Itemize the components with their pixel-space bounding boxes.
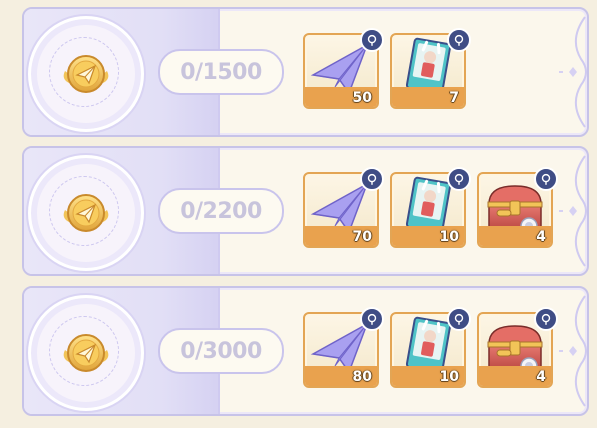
reward-list: 80 10 4: [303, 307, 558, 388]
ornament-icon: [551, 148, 589, 274]
reward-tier-row: 0/1500 50 7: [22, 7, 589, 137]
medal-frame: [28, 155, 144, 271]
progress-counter: 0/3000: [158, 328, 284, 374]
ornament-icon: [551, 9, 589, 135]
medal-frame: [28, 295, 144, 411]
reward-tier-row: 0/3000 80 10 4: [22, 286, 589, 416]
reward-tier-row: 0/2200 70 10 4: [22, 146, 589, 276]
info-icon[interactable]: [360, 307, 384, 331]
reward-item-treasure-chest[interactable]: 4: [477, 167, 558, 248]
info-icon[interactable]: [447, 167, 471, 191]
info-icon[interactable]: [447, 28, 471, 52]
reward-item-character-card[interactable]: 10: [390, 307, 471, 388]
reward-quantity: 10: [439, 369, 459, 385]
medal-frame: [28, 16, 144, 132]
reward-item-paper-plane[interactable]: 80: [303, 307, 384, 388]
reward-quantity: 50: [352, 90, 372, 106]
reward-item-treasure-chest[interactable]: 4: [477, 307, 558, 388]
reward-list: 50 7: [303, 28, 471, 109]
reward-quantity: 7: [449, 90, 459, 106]
reward-quantity: 70: [352, 229, 372, 245]
ornament-icon: [551, 288, 589, 414]
reward-quantity: 4: [536, 369, 546, 385]
info-icon[interactable]: [360, 167, 384, 191]
reward-item-character-card[interactable]: 10: [390, 167, 471, 248]
reward-item-character-card[interactable]: 7: [390, 28, 471, 109]
paper-plane-coin-icon: [61, 328, 111, 378]
paper-plane-coin-icon: [61, 188, 111, 238]
reward-item-paper-plane[interactable]: 50: [303, 28, 384, 109]
reward-item-paper-plane[interactable]: 70: [303, 167, 384, 248]
progress-counter: 0/2200: [158, 188, 284, 234]
reward-quantity: 80: [352, 369, 372, 385]
paper-plane-coin-icon: [61, 49, 111, 99]
info-icon[interactable]: [360, 28, 384, 52]
info-icon[interactable]: [447, 307, 471, 331]
progress-counter: 0/1500: [158, 49, 284, 95]
reward-list: 70 10 4: [303, 167, 558, 248]
reward-quantity: 10: [439, 229, 459, 245]
reward-quantity: 4: [536, 229, 546, 245]
